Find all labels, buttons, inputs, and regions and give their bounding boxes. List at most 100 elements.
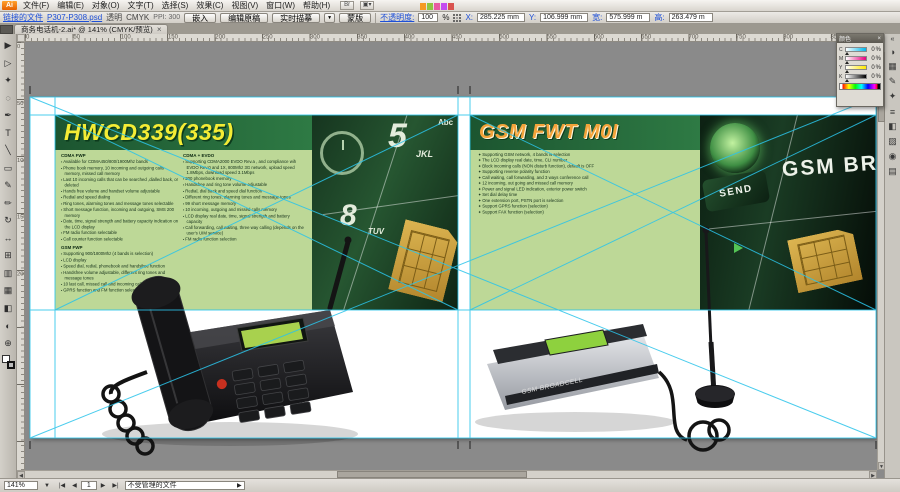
stroke-panel-icon[interactable]: ≡ (886, 104, 900, 119)
line-tool[interactable]: ╲ (1, 142, 16, 160)
color-spectrum-bar[interactable] (839, 83, 881, 90)
direct-selection-tool[interactable]: ▷ (1, 55, 16, 73)
document-tab[interactable]: 商务电话机-2.ai* @ 141% (CMYK/预览) × (14, 24, 168, 34)
horizontal-scroll-thumb[interactable] (337, 471, 527, 478)
gradient-tool[interactable]: ◧ (1, 300, 16, 318)
black-slider[interactable]: K 0 % (839, 72, 881, 81)
brushes-panel-icon[interactable]: ✎ (886, 74, 900, 89)
blend-tool[interactable]: ◐ (1, 317, 16, 335)
reference-point-selector[interactable] (453, 14, 461, 22)
ime-icon[interactable] (427, 3, 433, 10)
swatches-panel-icon[interactable]: ▦ (886, 59, 900, 74)
cyan-slider[interactable]: C 0 % (839, 45, 881, 54)
magenta-gradient-bar[interactable] (845, 56, 867, 61)
height-field[interactable]: 263.479 m (669, 13, 713, 22)
zoom-level-field[interactable]: 141% (4, 481, 38, 490)
opacity-label[interactable]: 不透明度: (380, 12, 414, 23)
selection-tool[interactable]: ▶ (1, 37, 16, 55)
free-transform-tool[interactable]: ⊞ (1, 247, 16, 265)
linked-file-label[interactable]: 链接的文件 (3, 12, 43, 23)
workspace-switcher-button[interactable]: ▣▾ (360, 1, 374, 10)
section-title: GSM FWP (61, 245, 181, 250)
status-dropdown-icon[interactable]: ▶ (237, 482, 242, 490)
horizontal-scrollbar[interactable]: ◀ ▶ (17, 470, 877, 478)
color-panel-tab[interactable]: 颜色 (839, 34, 851, 43)
menu-item[interactable]: 文件(F) (19, 0, 53, 11)
fill-stroke-indicator[interactable] (2, 355, 15, 369)
menu-item[interactable]: 文字(T) (123, 0, 157, 11)
ime-icon[interactable] (420, 3, 426, 10)
linked-file-name[interactable]: P307-P308.psd (47, 13, 102, 22)
appearance-panel-icon[interactable]: ◉ (886, 149, 900, 164)
gradient-panel-icon[interactable]: ◧ (886, 119, 900, 134)
ime-icon[interactable] (448, 3, 454, 10)
symbols-panel-icon[interactable]: ✦ (886, 89, 900, 104)
pencil-tool[interactable]: ✏ (1, 195, 16, 213)
embed-button[interactable]: 嵌入 (184, 13, 216, 23)
color-panel-header[interactable]: 颜色 × (837, 34, 883, 43)
bridge-button[interactable]: Br (340, 1, 354, 10)
type-tool[interactable]: T (1, 125, 16, 143)
canvas[interactable]: 5 JKL Abc 8 TUV HWCD339(335) CDMA FWP Av… (25, 42, 877, 470)
paintbrush-tool[interactable]: ✎ (1, 177, 16, 195)
artboard-navigation: |◀ ◀ 1 ▶ ▶| (56, 481, 122, 490)
yellow-slider[interactable]: Y 0 % (839, 63, 881, 72)
artboard-number-field[interactable]: 1 (81, 481, 97, 490)
scroll-down-icon[interactable]: ▼ (878, 462, 885, 470)
menu-item[interactable]: 效果(C) (192, 0, 227, 11)
live-trace-dropdown[interactable]: ▼ (324, 13, 335, 23)
opacity-field[interactable]: 100 (418, 13, 438, 22)
edit-original-button[interactable]: 编辑原稿 (220, 13, 268, 23)
feature-item: Call counter function selectable (61, 236, 181, 242)
mask-button[interactable]: 蒙版 (339, 13, 371, 23)
horizontal-ruler[interactable]: 0501001502002503003504004505005506006507… (25, 34, 877, 42)
scale-tool[interactable]: ↔ (1, 230, 16, 248)
tab-scroller[interactable] (0, 25, 13, 34)
close-icon[interactable]: × (877, 36, 881, 42)
y-field[interactable]: 106.999 mm (540, 13, 588, 22)
first-artboard-button[interactable]: |◀ (56, 481, 68, 490)
menu-item[interactable]: 对象(O) (88, 0, 124, 11)
ime-icon[interactable] (434, 3, 440, 10)
opacity-unit: % (442, 13, 449, 22)
yellow-gradient-bar[interactable] (845, 65, 867, 70)
transparency-panel-icon[interactable]: ▨ (886, 134, 900, 149)
ime-icon[interactable] (441, 3, 447, 10)
prev-artboard-button[interactable]: ◀ (69, 481, 80, 490)
menu-item[interactable]: 视图(V) (227, 0, 262, 11)
black-gradient-bar[interactable] (845, 74, 867, 79)
panel-dock: « ◑▦✎✦≡◧▨◉▤ (884, 34, 900, 478)
graph-tool[interactable]: ▥ (1, 265, 16, 283)
x-field[interactable]: 285.225 mm (477, 13, 525, 22)
close-tab-icon[interactable]: × (157, 25, 162, 34)
next-artboard-button[interactable]: ▶ (98, 481, 109, 490)
ruler-corner[interactable] (17, 34, 25, 42)
last-artboard-button[interactable]: ▶| (109, 481, 121, 490)
menu-list: 文件(F)编辑(E)对象(O)文字(T)选择(S)效果(C)视图(V)窗口(W)… (19, 0, 334, 11)
color-panel-icon[interactable]: ◑ (886, 44, 900, 59)
magenta-slider[interactable]: M 0 % (839, 54, 881, 63)
stroke-swatch[interactable] (7, 361, 15, 369)
zoom-tool[interactable]: ⊕ (1, 335, 16, 353)
menu-item[interactable]: 编辑(E) (53, 0, 88, 11)
menu-item[interactable]: 选择(S) (158, 0, 193, 11)
zoom-dropdown-icon[interactable]: ▼ (41, 482, 53, 490)
mesh-tool[interactable]: ▦ (1, 282, 16, 300)
menu-item[interactable]: 窗口(W) (262, 0, 299, 11)
pen-tool[interactable]: ✒ (1, 107, 16, 125)
menu-item[interactable]: 帮助(H) (299, 0, 334, 11)
cyan-gradient-bar[interactable] (845, 47, 867, 52)
vertical-ruler[interactable]: 050100150200 (17, 42, 25, 470)
app-logo-icon[interactable]: Ai (2, 1, 17, 10)
width-field[interactable]: 575.999 m (606, 13, 650, 22)
layers-panel-icon[interactable]: ▤ (886, 164, 900, 179)
magic-wand-tool[interactable]: ✦ (1, 72, 16, 90)
rectangle-tool[interactable]: ▭ (1, 160, 16, 178)
lasso-tool[interactable]: ◌ (1, 90, 16, 108)
expand-dock-icon[interactable]: « (891, 36, 895, 44)
rotate-tool[interactable]: ↻ (1, 212, 16, 230)
feature-item: Supporting 900/1800Mhz (4 bands is selec… (61, 251, 181, 257)
ime-toolbar[interactable] (420, 3, 454, 10)
file-status-indicator[interactable]: 不受管理的文件 ▶ (125, 481, 245, 490)
live-trace-button[interactable]: 实时描摹 (272, 13, 320, 23)
